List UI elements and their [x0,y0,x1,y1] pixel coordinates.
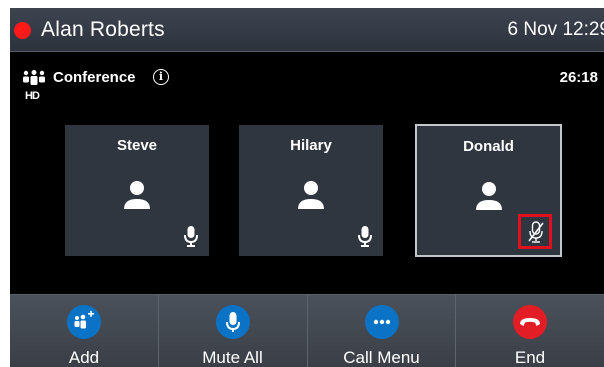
microphone-icon [358,226,372,247]
info-icon[interactable]: i [153,69,169,85]
person-icon [124,181,150,209]
conference-label: Conference [53,69,136,86]
muted-indicator [518,214,552,249]
end-call-icon [513,305,547,339]
phone-screen: Alan Roberts 6 Nov 12:29 Conference i HD… [10,8,604,367]
date-time: 6 Nov 12:29 [507,19,604,40]
participant-tile-hilary[interactable]: Hilary [239,125,383,256]
person-icon [298,181,324,209]
participant-name: Hilary [290,137,332,154]
more-icon [364,305,399,339]
mute-all-button[interactable]: Mute All [158,295,306,367]
mute-all-label: Mute All [202,348,263,367]
call-header: Alan Roberts 6 Nov 12:29 [10,8,604,52]
add-button[interactable]: Add [10,295,158,367]
call-menu-label: Call Menu [343,348,420,367]
end-call-button[interactable]: End [455,295,604,367]
call-duration: 26:18 [559,69,598,86]
call-status-indicator [14,22,31,39]
conference-icon [23,70,45,85]
caller-name: Alan Roberts [41,18,165,41]
person-icon [475,182,502,210]
microphone-muted-icon [528,221,544,243]
softkey-bar: Add Mute All Call Menu End [10,294,604,367]
microphone-icon [215,305,250,339]
hd-badge: HD [25,90,40,102]
add-label: Add [68,348,100,367]
participant-tile-steve[interactable]: Steve [65,125,209,256]
end-label: End [514,348,546,367]
add-participant-icon [67,305,101,339]
participant-name: Donald [463,138,514,155]
participant-tile-donald[interactable]: Donald [415,124,562,257]
participant-name: Steve [116,137,158,154]
microphone-icon [184,226,198,247]
call-menu-button[interactable]: Call Menu [307,295,455,367]
